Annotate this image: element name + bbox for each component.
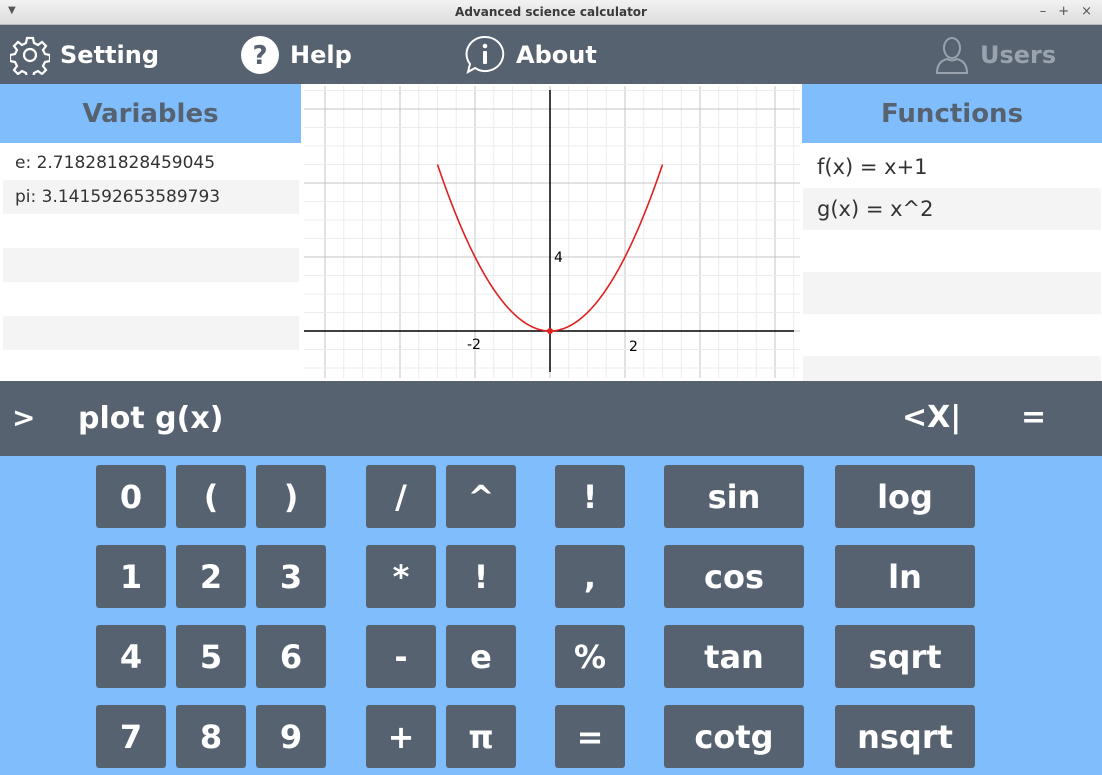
key-ln[interactable]: ln (835, 545, 975, 608)
variable-item[interactable] (3, 316, 299, 350)
key-log[interactable]: log (835, 465, 975, 528)
maximize-icon[interactable]: + (1058, 4, 1069, 19)
x-tick-label: -2 (467, 337, 481, 353)
users-label: Users (980, 40, 1057, 69)
key-5[interactable]: 5 (176, 625, 246, 688)
variable-item[interactable] (3, 248, 299, 282)
key-1[interactable]: 1 (96, 545, 166, 608)
key-6[interactable]: 6 (256, 625, 326, 688)
x-tick-label: 2 (629, 339, 638, 355)
variable-item[interactable] (3, 214, 299, 248)
key-sqrt[interactable]: sqrt (835, 625, 975, 688)
key-divide[interactable]: / (366, 465, 436, 528)
functions-header: Functions (802, 84, 1102, 143)
function-item[interactable] (803, 230, 1101, 272)
key-close-paren[interactable]: ) (256, 465, 326, 528)
function-item[interactable] (803, 314, 1101, 356)
window-titlebar: ▼ Advanced science calculator – + × (0, 0, 1102, 25)
setting-button[interactable]: Setting (10, 25, 159, 84)
help-button[interactable]: ? Help (240, 25, 352, 84)
key-cotg[interactable]: cotg (664, 705, 804, 768)
minimize-icon[interactable]: – (1040, 4, 1047, 19)
function-item[interactable]: g(x) = x^2 (803, 188, 1101, 230)
key-8[interactable]: 8 (176, 705, 246, 768)
command-input[interactable]: plot g(x) (78, 401, 778, 436)
key-multiply[interactable]: * (366, 545, 436, 608)
about-label: About (516, 40, 597, 69)
key-e[interactable]: e (446, 625, 516, 688)
command-bar: > plot g(x) <X| = (0, 381, 1102, 456)
key-equals[interactable]: = (555, 705, 625, 768)
key-nsqrt[interactable]: nsqrt (835, 705, 975, 768)
info-bubble-icon (465, 35, 505, 74)
key-sin[interactable]: sin (664, 465, 804, 528)
variable-item[interactable]: pi: 3.141592653589793 (3, 180, 299, 214)
key-7[interactable]: 7 (96, 705, 166, 768)
function-item[interactable] (803, 272, 1101, 314)
key-0[interactable]: 0 (96, 465, 166, 528)
variables-header: Variables (0, 84, 301, 143)
window-controls: – + × (1040, 4, 1092, 19)
variables-list: e: 2.718281828459045 pi: 3.1415926535897… (3, 146, 299, 350)
help-label: Help (290, 40, 352, 69)
top-nav: Setting ? Help About Users (0, 25, 1102, 84)
key-open-paren[interactable]: ( (176, 465, 246, 528)
plot-area[interactable]: -2 2 4 (304, 86, 800, 378)
key-4[interactable]: 4 (96, 625, 166, 688)
vertex-point (547, 328, 553, 334)
close-icon[interactable]: × (1081, 4, 1092, 19)
key-exclaim[interactable]: ! (555, 465, 625, 528)
evaluate-button[interactable]: = (1021, 400, 1046, 435)
key-3[interactable]: 3 (256, 545, 326, 608)
key-cos[interactable]: cos (664, 545, 804, 608)
gear-icon (10, 36, 50, 75)
user-icon (935, 36, 969, 74)
key-percent[interactable]: % (555, 625, 625, 688)
key-9[interactable]: 9 (256, 705, 326, 768)
y-tick-label: 4 (554, 250, 563, 266)
window-title: Advanced science calculator (455, 5, 647, 19)
setting-label: Setting (60, 40, 159, 69)
key-minus[interactable]: - (366, 625, 436, 688)
key-2[interactable]: 2 (176, 545, 246, 608)
function-item[interactable]: f(x) = x+1 (803, 146, 1101, 188)
keypad: 0 1 4 7 ( 2 5 8 ) 3 6 9 / * - + ^ ! e π … (0, 456, 1102, 775)
key-power[interactable]: ^ (446, 465, 516, 528)
about-button[interactable]: About (464, 25, 597, 84)
variable-item[interactable] (3, 282, 299, 316)
plot-svg: -2 2 4 (304, 86, 800, 378)
clear-button[interactable]: <X| (902, 400, 961, 435)
key-factorial[interactable]: ! (446, 545, 516, 608)
key-tan[interactable]: tan (664, 625, 804, 688)
question-icon: ? (241, 35, 279, 74)
variable-item[interactable]: e: 2.718281828459045 (3, 146, 299, 180)
functions-list: f(x) = x+1 g(x) = x^2 (803, 146, 1101, 398)
key-comma[interactable]: , (555, 545, 625, 608)
key-plus[interactable]: + (366, 705, 436, 768)
users-button[interactable]: Users (934, 25, 1056, 84)
svg-text:?: ? (252, 41, 267, 71)
key-pi[interactable]: π (446, 705, 516, 768)
command-prompt: > (12, 401, 36, 434)
